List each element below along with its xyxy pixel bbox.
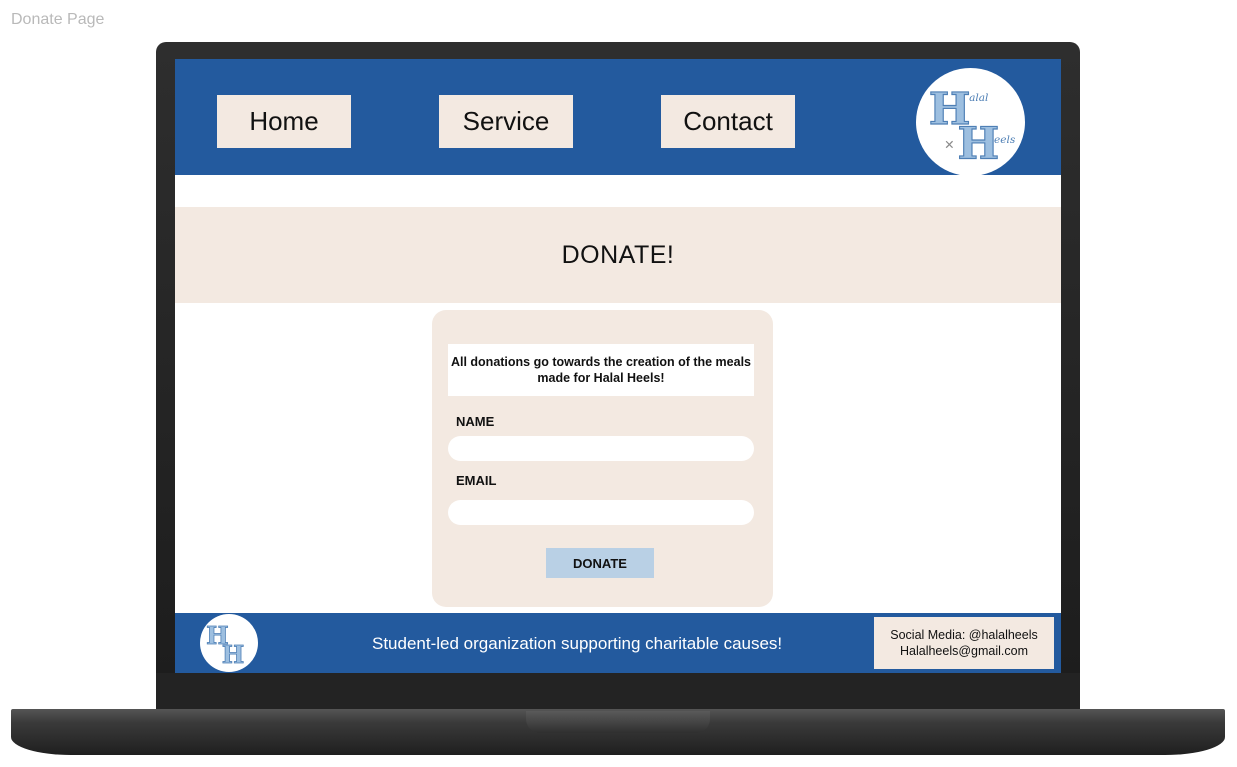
svg-text:alal: alal: [969, 92, 988, 104]
site-footer: H H Student-led organization supporting …: [175, 613, 1061, 673]
page-title: DONATE!: [561, 240, 675, 269]
svg-text:✕: ✕: [944, 137, 954, 152]
site-header: Home Service Contact H H alal eels ✕: [175, 59, 1061, 176]
contact-email-text[interactable]: Halalheels@gmail.com: [874, 643, 1054, 659]
donate-banner: DONATE!: [175, 207, 1061, 303]
nav-home-button[interactable]: Home: [217, 95, 351, 148]
donation-info-text: All donations go towards the creation of…: [448, 344, 754, 396]
nav-service-button[interactable]: Service: [439, 95, 573, 148]
svg-text:eels: eels: [994, 134, 1016, 146]
email-input[interactable]: [448, 500, 754, 525]
footer-tagline: Student-led organization supporting char…: [372, 634, 783, 653]
hh-monogram-small-icon: H H: [206, 622, 245, 669]
donate-button[interactable]: DONATE: [546, 548, 654, 578]
donate-form-card: All donations go towards the creation of…: [432, 310, 773, 607]
social-media-text[interactable]: Social Media: @halalheels: [874, 627, 1054, 643]
svg-text:H: H: [957, 118, 999, 169]
name-input[interactable]: [448, 436, 754, 461]
laptop-screen: Home Service Contact H H alal eels ✕ DON…: [175, 59, 1061, 673]
name-label: NAME: [456, 414, 495, 429]
svg-text:H: H: [222, 641, 245, 669]
footer-logo[interactable]: H H: [200, 614, 258, 672]
email-label: EMAIL: [456, 473, 497, 488]
frame-label: Donate Page: [11, 11, 105, 28]
hh-monogram-icon: H H alal eels ✕: [928, 83, 1016, 170]
laptop-hinge-notch: [526, 711, 710, 733]
nav-contact-button[interactable]: Contact: [661, 95, 795, 148]
laptop-bezel-bottom: [156, 673, 1080, 710]
halal-heels-logo[interactable]: H H alal eels ✕: [916, 68, 1025, 176]
contact-info-box: Social Media: @halalheels Halalheels@gma…: [874, 617, 1054, 669]
